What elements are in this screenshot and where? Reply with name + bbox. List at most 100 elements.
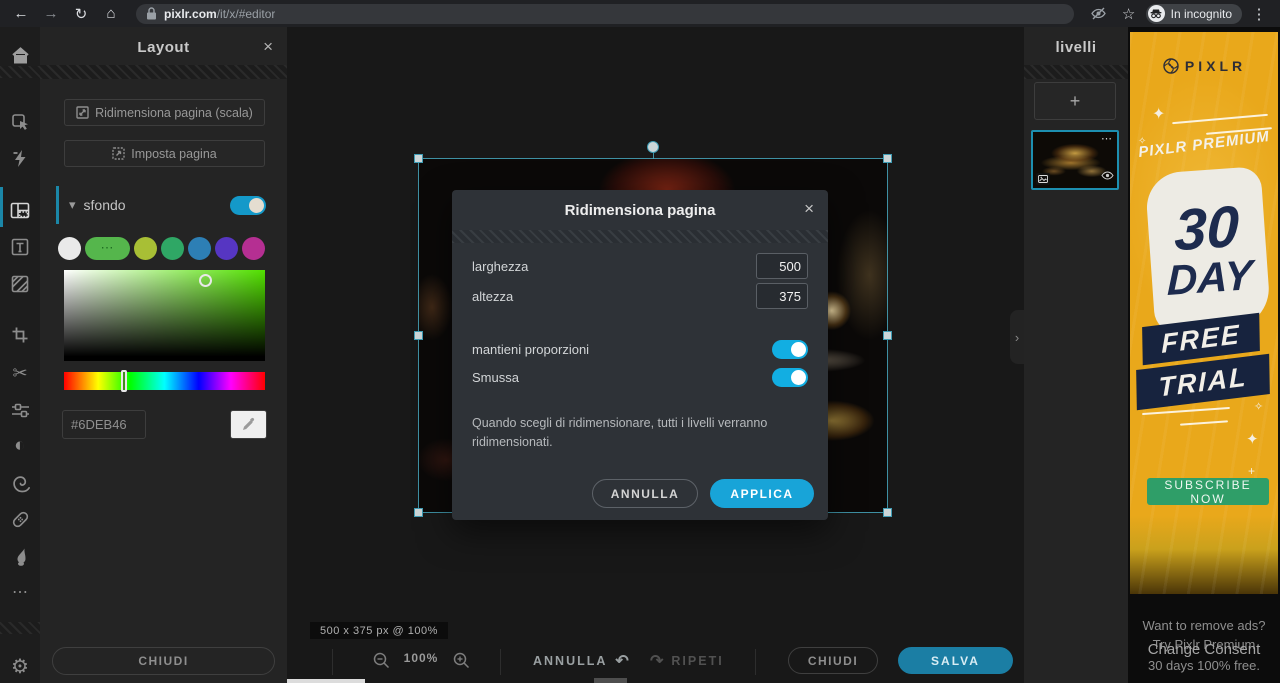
tool-contrast-button[interactable]: ◐ xyxy=(0,429,40,463)
bottom-bar-divider xyxy=(755,649,756,675)
selection-handle-ne[interactable] xyxy=(883,154,892,163)
swatch-blue[interactable] xyxy=(188,237,211,260)
home-icon xyxy=(11,47,30,64)
tool-more-button[interactable]: ⋯ xyxy=(0,575,40,609)
picker-cursor[interactable] xyxy=(199,274,212,287)
browser-back-icon[interactable]: ← xyxy=(8,3,34,25)
close-document-button[interactable]: CHIUDI xyxy=(788,647,878,674)
dialog-apply-button[interactable]: APPLICA xyxy=(710,479,814,508)
tool-layout-button[interactable] xyxy=(0,193,40,227)
hue-slider[interactable] xyxy=(64,372,265,390)
hex-color-input[interactable] xyxy=(62,410,146,439)
tool-text-button[interactable] xyxy=(0,230,40,264)
zoom-level: 100% xyxy=(399,651,443,665)
pixlr-logo-icon xyxy=(1162,57,1180,75)
selection-handle-se[interactable] xyxy=(883,508,892,517)
remove-ads-text: Want to remove ads? xyxy=(1128,618,1280,633)
subscribe-now-button[interactable]: SUBSCRIBE NOW xyxy=(1147,478,1269,505)
swatch-green-more[interactable]: ⋯ xyxy=(85,237,130,260)
eyedropper-icon xyxy=(241,417,256,432)
tool-quick-actions-button[interactable] xyxy=(0,141,40,175)
keep-proportions-toggle[interactable] xyxy=(772,340,808,359)
panel-close-icon[interactable]: × xyxy=(263,37,273,57)
set-page-button[interactable]: Imposta pagina xyxy=(64,140,265,167)
dialog-cancel-button[interactable]: ANNULLA xyxy=(592,479,698,508)
tool-draw-button[interactable] xyxy=(0,539,40,573)
selection-handle-sw[interactable] xyxy=(414,508,423,517)
ad-brand-row: PIXLR xyxy=(1130,57,1278,75)
background-toggle[interactable] xyxy=(230,196,266,215)
browser-forward-icon[interactable]: → xyxy=(38,3,64,25)
crop-icon xyxy=(11,326,29,344)
incognito-label: In incognito xyxy=(1171,7,1232,21)
browser-home-icon[interactable]: ⌂ xyxy=(98,3,124,25)
rotation-handle[interactable] xyxy=(647,141,659,153)
ad-decor-line xyxy=(1142,407,1230,415)
sparkle-icon: ✦ xyxy=(1152,104,1165,124)
tool-settings-button[interactable]: ⚙ xyxy=(0,649,40,683)
layer-options-icon[interactable]: ⋯ xyxy=(1101,132,1113,145)
lightning-icon xyxy=(12,149,28,168)
layers-divider xyxy=(1024,65,1128,79)
swatch-white[interactable] xyxy=(58,237,81,260)
selection-handle-w[interactable] xyxy=(414,331,423,340)
canvas-area[interactable]: Ridimensiona pagina × larghezza altezza … xyxy=(287,27,1024,683)
scrollbar-thumb[interactable] xyxy=(594,678,627,683)
bookmark-star-icon[interactable]: ☆ xyxy=(1116,3,1142,25)
layer-thumbnail[interactable]: ⋯ xyxy=(1031,130,1119,190)
add-layer-button[interactable]: + xyxy=(1034,82,1116,120)
zoom-in-button[interactable] xyxy=(452,651,471,675)
swatch-green[interactable] xyxy=(161,237,184,260)
tool-arrange-button[interactable] xyxy=(0,105,40,139)
swatch-purple[interactable] xyxy=(215,237,238,260)
height-input[interactable] xyxy=(756,283,808,309)
eyedropper-button[interactable] xyxy=(230,410,267,439)
saturation-value-picker[interactable] xyxy=(64,270,265,361)
eye-off-icon[interactable] xyxy=(1086,3,1112,25)
address-bar[interactable]: pixlr.com/it/x/#editor xyxy=(136,4,1074,24)
dialog-title: Ridimensiona pagina xyxy=(565,202,716,219)
premium-ad[interactable]: PIXLR ✦ ✧ PIXLR PREMIUM 30 DAY FREE TRIA… xyxy=(1130,32,1278,594)
background-section-row[interactable]: ▾ sfondo xyxy=(56,186,272,224)
resize-page-scale-button[interactable]: Ridimensiona pagina (scala) xyxy=(64,99,265,126)
change-consent-link[interactable]: Change Consent xyxy=(1128,641,1280,658)
swatch-magenta[interactable] xyxy=(242,237,265,260)
bottom-bar-divider xyxy=(332,649,333,675)
zoom-out-button[interactable] xyxy=(372,651,391,675)
dialog-header: Ridimensiona pagina × xyxy=(452,190,828,230)
width-input[interactable] xyxy=(756,253,808,279)
ad-decor-line xyxy=(1172,114,1268,124)
height-label: altezza xyxy=(472,289,513,304)
ad-line-30: 30 xyxy=(1174,199,1239,259)
resize-page-dialog: Ridimensiona pagina × larghezza altezza … xyxy=(452,190,828,520)
browser-reload-icon[interactable]: ↻ xyxy=(68,3,94,25)
panel-collapse-tab[interactable]: › xyxy=(1010,310,1024,364)
rail-divider xyxy=(0,66,40,78)
url-path: /it/x/#editor xyxy=(217,7,276,21)
tool-pattern-button[interactable] xyxy=(0,267,40,301)
swatch-yellow-green[interactable] xyxy=(134,237,157,260)
save-button[interactable]: SALVA xyxy=(898,647,1013,674)
dialog-divider xyxy=(452,230,828,243)
panel-close-button[interactable]: CHIUDI xyxy=(52,647,275,675)
incognito-spy-icon xyxy=(1148,5,1165,22)
tool-heal-button[interactable] xyxy=(0,502,40,536)
smooth-toggle[interactable] xyxy=(772,368,808,387)
tool-liquify-button[interactable] xyxy=(0,466,40,500)
redo-button[interactable]: ↷ RIPETI xyxy=(650,651,724,671)
redo-icon: ↷ xyxy=(650,651,663,671)
dialog-close-icon[interactable]: × xyxy=(804,199,814,219)
hue-slider-handle[interactable] xyxy=(121,370,127,392)
selection-handle-nw[interactable] xyxy=(414,154,423,163)
ad-decor-line xyxy=(1180,420,1228,425)
tool-cut-button[interactable]: ✂ xyxy=(0,356,40,390)
tool-adjust-button[interactable] xyxy=(0,393,40,427)
layer-visibility-eye-icon[interactable] xyxy=(1101,167,1114,185)
selection-handle-e[interactable] xyxy=(883,331,892,340)
undo-button[interactable]: ANNULLA ↶ xyxy=(533,651,629,671)
browser-menu-icon[interactable]: ⋮ xyxy=(1246,3,1272,25)
layers-title: livelli xyxy=(1024,39,1128,56)
horizontal-scrollbar[interactable] xyxy=(287,679,365,683)
ad-brand-label: PIXLR xyxy=(1185,58,1246,74)
tool-crop-button[interactable] xyxy=(0,318,40,352)
